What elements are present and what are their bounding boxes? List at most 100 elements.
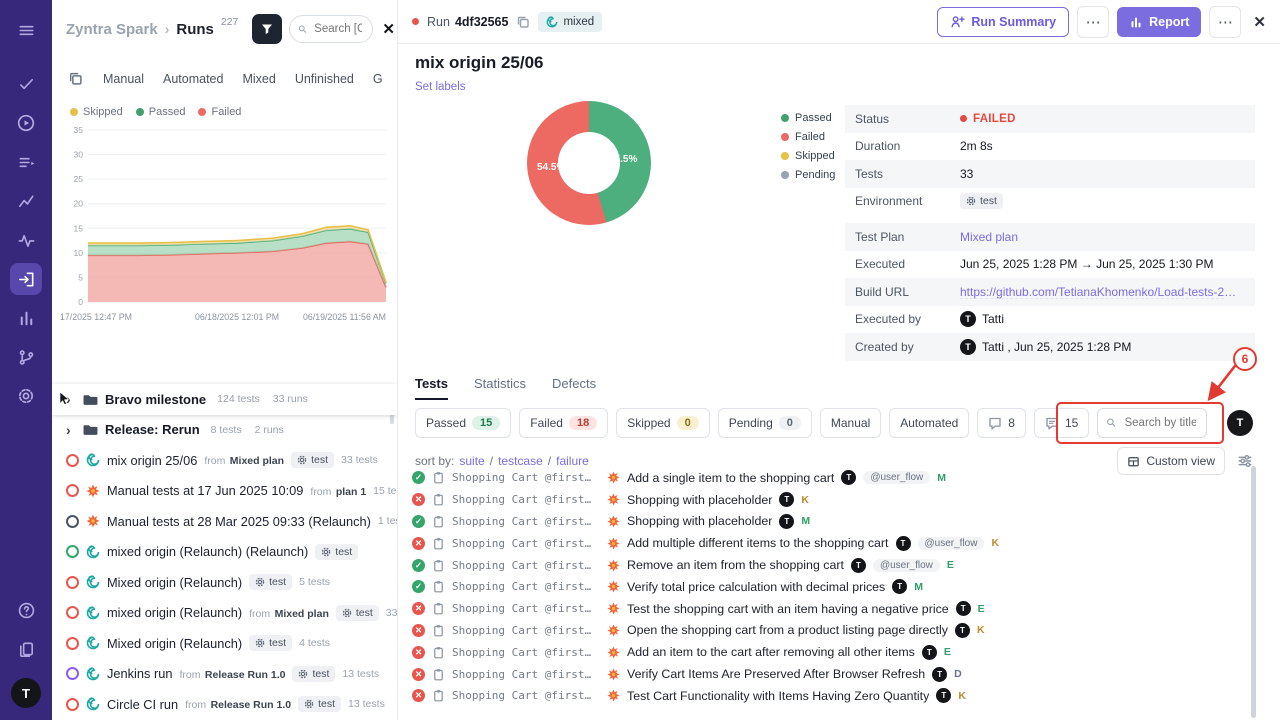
close-detail-icon[interactable]: ✕ [1253, 13, 1266, 31]
test-title[interactable]: Shopping with placeholder [627, 493, 772, 507]
filter-failed-button[interactable]: Failed18 [519, 408, 608, 438]
run-name[interactable]: Mixed origin (Relaunch) [107, 575, 242, 590]
test-avatar[interactable]: T [936, 688, 951, 703]
build-url-link[interactable]: https://github.com/TetianaKhomenko/Load-… [960, 285, 1240, 299]
folder-name[interactable]: Bravo milestone [105, 392, 206, 407]
test-avatar[interactable]: T [779, 492, 794, 507]
reports-icon[interactable] [10, 302, 42, 334]
test-suite[interactable]: Shopping Cart @first… [452, 537, 600, 550]
run-plan-name[interactable]: Mixed plan [275, 608, 329, 620]
set-labels-link[interactable]: Set labels [415, 81, 466, 93]
tests-search[interactable] [1097, 408, 1207, 438]
test-avatar[interactable]: T [841, 470, 856, 485]
test-title[interactable]: Verify Cart Items Are Preserved After Br… [627, 667, 925, 681]
tab-mixed[interactable]: Mixed [242, 72, 275, 86]
test-title[interactable]: Verify total price calculation with deci… [627, 580, 885, 594]
tests-search-input[interactable] [1122, 416, 1198, 430]
run-name[interactable]: Manual tests at 28 Mar 2025 09:33 (Relau… [107, 514, 371, 529]
tab-unfinished[interactable]: Unfinished [295, 72, 354, 86]
tab-tests[interactable]: Tests [415, 376, 448, 400]
test-row[interactable]: Shopping Cart @first… Shopping with plac… [412, 511, 1250, 533]
test-row[interactable]: Shopping Cart @first… Shopping with plac… [412, 489, 1250, 511]
analytics-icon[interactable] [10, 185, 42, 217]
test-title[interactable]: Remove an item from the shopping cart [627, 558, 844, 572]
test-avatar[interactable]: T [779, 514, 794, 529]
test-avatar[interactable]: T [892, 579, 907, 594]
filter-annotated-button[interactable]: 15 [1034, 408, 1089, 438]
sort-testcase-link[interactable]: testcase [498, 454, 543, 468]
run-list-item[interactable]: Circle CI run from Release Run 1.0 test … [52, 689, 397, 720]
runs-icon[interactable] [10, 107, 42, 139]
filter-comments-button[interactable]: 8 [977, 408, 1026, 438]
test-avatar[interactable]: T [851, 558, 866, 573]
run-list-item[interactable]: Mixed origin (Relaunch) test 4 tests [52, 628, 397, 659]
run-summary-button[interactable]: Run Summary [937, 7, 1069, 37]
settings-icon[interactable] [10, 380, 42, 412]
run-list-item[interactable]: mix origin 25/06 from Mixed plan test 33… [52, 445, 397, 476]
test-suite[interactable]: Shopping Cart @first… [452, 471, 600, 484]
test-avatar[interactable]: T [956, 601, 971, 616]
run-name[interactable]: Jenkins run [107, 666, 172, 681]
docs-icon[interactable] [10, 633, 42, 665]
test-suite[interactable]: Shopping Cart @first… [452, 493, 600, 506]
test-avatar[interactable]: T [922, 645, 937, 660]
report-button[interactable]: Report [1117, 7, 1201, 37]
filter-skipped-button[interactable]: Skipped0 [616, 408, 710, 438]
test-suite[interactable]: Shopping Cart @first… [452, 580, 600, 593]
test-suite[interactable]: Shopping Cart @first… [452, 689, 600, 702]
test-row[interactable]: Shopping Cart @first… Remove an item fro… [412, 554, 1250, 576]
user-avatar[interactable]: T [11, 678, 41, 708]
milestone-folder-row[interactable]: Bravo milestone 124 tests 33 runs [52, 384, 397, 415]
test-suite[interactable]: Shopping Cart @first… [452, 646, 600, 659]
user-avatar[interactable]: T [1227, 410, 1253, 436]
filter-passed-button[interactable]: Passed15 [415, 408, 511, 438]
launch-icon[interactable] [10, 263, 42, 295]
run-plan-name[interactable]: plan 1 [336, 486, 366, 498]
test-row[interactable]: Shopping Cart @first… Test Cart Function… [412, 685, 1250, 707]
pulse-icon[interactable] [10, 224, 42, 256]
run-list-item[interactable]: Manual tests at 28 Mar 2025 09:33 (Relau… [52, 506, 397, 537]
test-title[interactable]: Add a single item to the shopping cart [627, 471, 834, 485]
more-actions-button[interactable]: ⋯ [1077, 6, 1109, 38]
run-list-item[interactable]: Jenkins run from Release Run 1.0 test 13… [52, 659, 397, 690]
copy-icon[interactable] [516, 15, 530, 29]
run-name[interactable]: Manual tests at 17 Jun 2025 10:09 [107, 483, 303, 498]
test-suite[interactable]: Shopping Cart @first… [452, 624, 600, 637]
close-panel-icon[interactable]: ✕ [380, 20, 397, 38]
suites-icon[interactable] [10, 146, 42, 178]
test-row[interactable]: Shopping Cart @first… Test the shopping … [412, 598, 1250, 620]
test-row[interactable]: Shopping Cart @first… Verify Cart Items … [412, 663, 1250, 685]
run-list-item[interactable]: mixed origin (Relaunch) (Relaunch) test [52, 537, 397, 568]
run-name[interactable]: Circle CI run [107, 697, 178, 712]
run-list-item[interactable]: Manual tests at 17 Jun 2025 10:09 from p… [52, 476, 397, 507]
test-title[interactable]: Open the shopping cart from a product li… [627, 623, 948, 637]
test-suite[interactable]: Shopping Cart @first… [452, 668, 600, 681]
test-row[interactable]: Shopping Cart @first… Verify total price… [412, 576, 1250, 598]
runs-search[interactable] [289, 15, 373, 43]
breadcrumb-section[interactable]: Runs [176, 21, 214, 38]
run-name[interactable]: mixed origin (Relaunch) (Relaunch) [107, 544, 308, 559]
filter-automated-button[interactable]: Automated [889, 408, 969, 438]
sort-failure-link[interactable]: failure [556, 454, 589, 468]
filter-pending-button[interactable]: Pending0 [718, 408, 812, 438]
test-suite[interactable]: Shopping Cart @first… [452, 602, 600, 615]
test-row[interactable]: Shopping Cart @first… Add multiple diffe… [412, 532, 1250, 554]
folder-name[interactable]: Release: Rerun [105, 422, 200, 437]
run-list-item[interactable]: mixed origin (Relaunch) from Mixed plan … [52, 598, 397, 629]
tab-defects[interactable]: Defects [552, 376, 596, 400]
test-title[interactable]: Add multiple different items to the shop… [627, 536, 889, 550]
test-row[interactable]: Shopping Cart @first… Add an item to the… [412, 641, 1250, 663]
test-row[interactable]: Shopping Cart @first… Add a single item … [412, 467, 1250, 489]
filter-manual-button[interactable]: Manual [820, 408, 881, 438]
tab-automated[interactable]: Automated [163, 72, 223, 86]
menu-icon[interactable] [10, 14, 42, 46]
test-title[interactable]: Shopping with placeholder [627, 514, 772, 528]
runs-search-input[interactable] [312, 22, 364, 36]
sort-suite-link[interactable]: suite [459, 454, 484, 468]
run-name[interactable]: mix origin 25/06 [107, 453, 197, 468]
branches-icon[interactable] [10, 341, 42, 373]
test-avatar[interactable]: T [955, 623, 970, 638]
chevron-right-icon[interactable] [66, 423, 76, 437]
tab-statistics[interactable]: Statistics [474, 376, 526, 400]
test-plan-link[interactable]: Mixed plan [960, 230, 1018, 244]
